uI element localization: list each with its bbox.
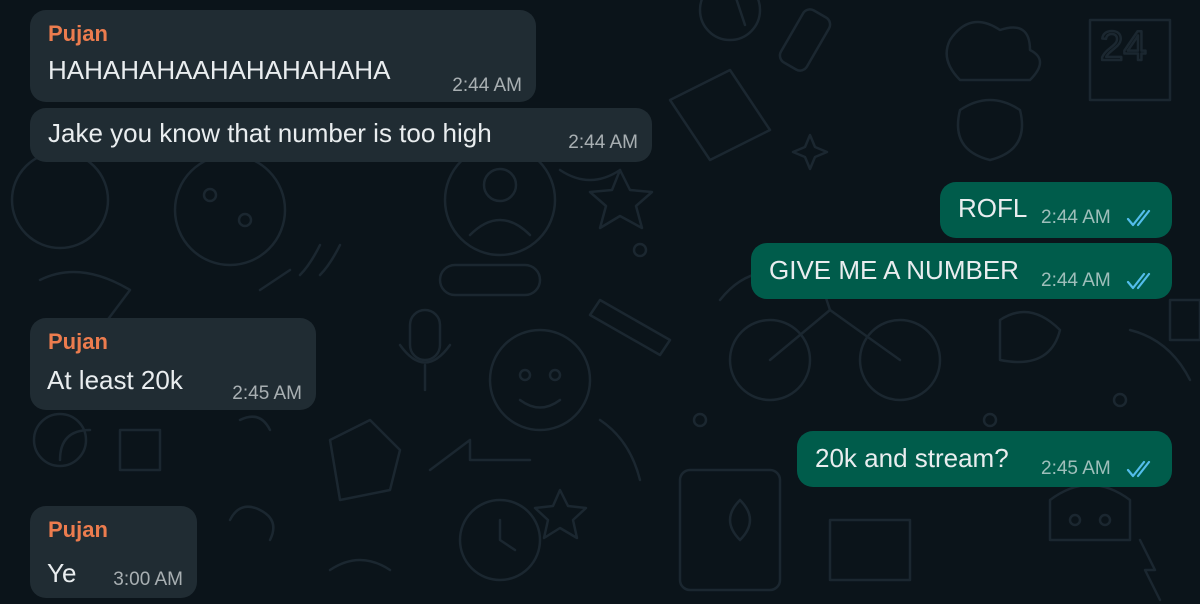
svg-text:24: 24 — [1100, 22, 1147, 69]
message-bubble-incoming[interactable]: Pujan At least 20k 2:45 AM — [30, 318, 316, 410]
message-timestamp: 2:44 AM — [568, 132, 638, 153]
message-text: GIVE ME A NUMBER — [769, 255, 1019, 285]
message-text: HAHAHAHAAHAHAHAHAHA — [48, 55, 391, 85]
message-bubble-incoming[interactable]: Jake you know that number is too high 2:… — [30, 108, 652, 162]
double-check-icon — [1126, 209, 1151, 227]
sender-name: Pujan — [48, 21, 108, 46]
message-timestamp: 2:44 AM — [1041, 270, 1111, 291]
message-timestamp: 2:44 AM — [452, 75, 522, 96]
message-bubble-outgoing[interactable]: 20k and stream? 2:45 AM — [797, 431, 1172, 487]
sender-name: Pujan — [48, 329, 108, 354]
message-bubble-outgoing[interactable]: GIVE ME A NUMBER 2:44 AM — [751, 243, 1172, 299]
double-check-icon — [1126, 460, 1151, 478]
message-text: 20k and stream? — [815, 443, 1009, 473]
message-text: At least 20k — [47, 365, 183, 395]
message-text: Ye — [47, 558, 77, 588]
message-timestamp: 2:44 AM — [1041, 207, 1111, 228]
message-text: Jake you know that number is too high — [48, 118, 492, 148]
message-bubble-incoming[interactable]: Pujan Ye 3:00 AM — [30, 506, 197, 598]
sender-name: Pujan — [48, 517, 108, 542]
message-timestamp: 2:45 AM — [1041, 458, 1111, 479]
message-bubble-outgoing[interactable]: ROFL 2:44 AM — [940, 182, 1172, 238]
message-bubble-incoming[interactable]: Pujan HAHAHAHAAHAHAHAHAHA 2:44 AM — [30, 10, 536, 102]
message-text: ROFL — [958, 193, 1028, 223]
message-timestamp: 3:00 AM — [113, 569, 183, 590]
double-check-icon — [1126, 272, 1151, 290]
chat-conversation: 24 Pujan HAHAHAHAAHAHAHAHAHA 2:44 AM Jak… — [0, 0, 1200, 604]
message-timestamp: 2:45 AM — [232, 383, 302, 404]
